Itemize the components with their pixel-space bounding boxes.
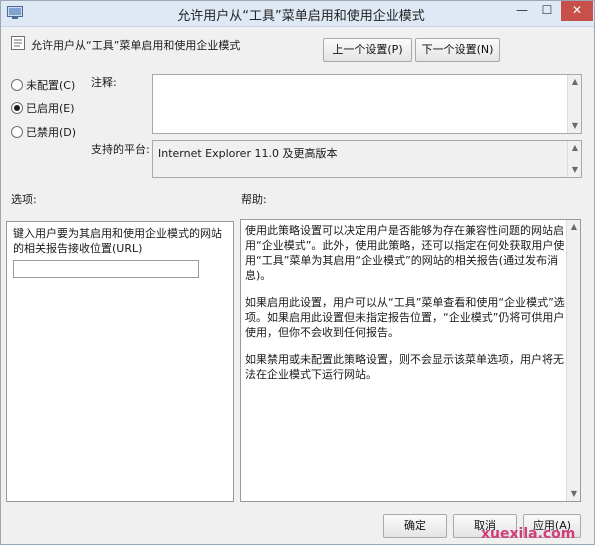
title-bar: 允许用户从“工具”菜单启用和使用企业模式 — ☐ ✕: [1, 1, 594, 27]
option-description: 键入用户要为其启用和使用企业模式的网站的相关报告接收位置(URL): [13, 227, 222, 255]
radio-disabled[interactable]: 已禁用(D): [11, 124, 76, 140]
supported-platforms-label: 支持的平台:: [91, 143, 150, 156]
policy-setting-icon: [11, 36, 25, 50]
app-icon: [7, 6, 23, 20]
next-setting-button[interactable]: 下一个设置(N): [415, 38, 500, 62]
radio-checked-icon: [11, 102, 23, 114]
radio-not-configured[interactable]: 未配置(C): [11, 77, 75, 93]
close-button[interactable]: ✕: [561, 1, 593, 21]
comment-scrollbar[interactable]: ▲ ▼: [567, 75, 581, 133]
scroll-up-icon[interactable]: ▲: [570, 143, 580, 153]
help-paragraph: 如果启用此设置，用户可以从“工具”菜单查看和使用“企业模式”选项。如果启用此设置…: [245, 296, 565, 339]
options-panel: 键入用户要为其启用和使用企业模式的网站的相关报告接收位置(URL): [6, 221, 234, 502]
help-paragraph: 如果禁用或未配置此策略设置，则不会显示该菜单选项，用户将无法在企业模式下运行网站…: [245, 353, 564, 381]
maximize-button[interactable]: ☐: [534, 1, 560, 21]
window-title: 允许用户从“工具”菜单启用和使用企业模式: [177, 9, 425, 24]
comment-label: 注释:: [91, 76, 117, 89]
scroll-up-icon[interactable]: ▲: [569, 222, 579, 232]
help-text: 使用此策略设置可以决定用户是否能够为存在兼容性问题的网站启用“企业模式”。此外，…: [245, 223, 565, 394]
watermark: xuexila.com: [481, 526, 576, 542]
minimize-button[interactable]: —: [509, 1, 535, 21]
comment-textarea[interactable]: ▲ ▼: [152, 74, 582, 134]
previous-setting-button[interactable]: 上一个设置(P): [323, 38, 412, 62]
help-paragraph: 使用此策略设置可以决定用户是否能够为存在兼容性问题的网站启用“企业模式”。此外，…: [245, 224, 565, 282]
policy-dialog: 允许用户从“工具”菜单启用和使用企业模式 — ☐ ✕ 允许用户从“工具”菜单启用…: [0, 0, 595, 545]
help-panel: 使用此策略设置可以决定用户是否能够为存在兼容性问题的网站启用“企业模式”。此外，…: [240, 219, 581, 502]
ok-button[interactable]: 确定: [383, 514, 447, 538]
scroll-up-icon[interactable]: ▲: [570, 77, 580, 87]
radio-icon: [11, 126, 23, 138]
scroll-down-icon[interactable]: ▼: [570, 121, 580, 131]
report-url-input[interactable]: [13, 260, 199, 278]
help-label: 帮助:: [241, 193, 267, 206]
scroll-down-icon[interactable]: ▼: [570, 165, 580, 175]
radio-icon: [11, 79, 23, 91]
options-label: 选项:: [11, 193, 37, 206]
supported-scrollbar[interactable]: ▲ ▼: [567, 141, 581, 177]
supported-platforms-value: Internet Explorer 11.0 及更高版本: [158, 147, 338, 160]
help-scrollbar[interactable]: ▲ ▼: [566, 220, 580, 501]
scroll-down-icon[interactable]: ▼: [569, 489, 579, 499]
supported-platforms-box: Internet Explorer 11.0 及更高版本 ▲ ▼: [152, 140, 582, 178]
radio-enabled[interactable]: 已启用(E): [11, 100, 75, 116]
policy-name: 允许用户从“工具”菜单启用和使用企业模式: [31, 39, 241, 52]
